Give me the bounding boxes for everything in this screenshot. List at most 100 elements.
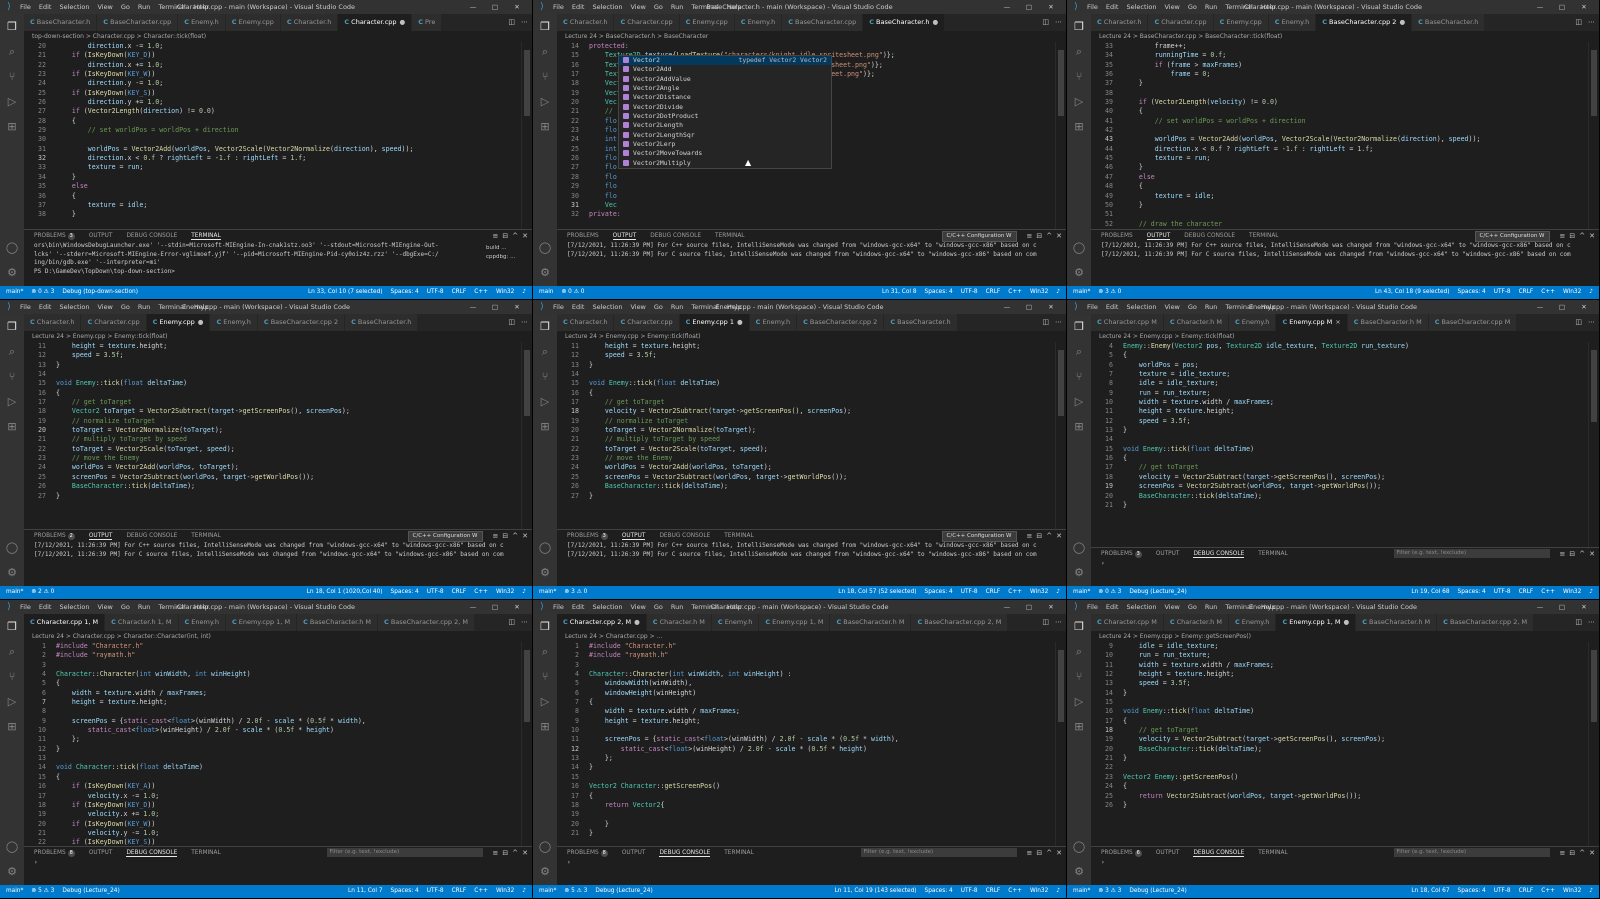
debug-status[interactable]: Debug (Lecture_24) <box>595 888 652 894</box>
editor-tab[interactable]: C Enemy.h <box>210 314 258 331</box>
status-item[interactable]: CRLF <box>452 589 467 595</box>
close-icon[interactable]: ✕ <box>1040 600 1062 614</box>
list-filter-icon[interactable]: ≡ <box>1027 230 1033 242</box>
extensions-icon[interactable]: ⊞ <box>538 720 552 734</box>
menu-item-help[interactable]: Help <box>727 603 742 611</box>
status-item[interactable]: C++ <box>1541 888 1555 894</box>
scrollbar-thumb[interactable] <box>1058 650 1064 723</box>
extensions-icon[interactable]: ⊞ <box>5 120 19 134</box>
status-item[interactable]: Spaces: 4 <box>1458 888 1486 894</box>
code-editor[interactable]: 1 #include "Character.h" 2 #include "raymat… <box>557 642 1056 848</box>
settings-gear-icon[interactable]: ⚙ <box>1072 865 1086 879</box>
editor-tab[interactable]: C Enemy.cpp 1, M <box>225 614 298 631</box>
tab-modified-dot[interactable]: ● <box>1399 18 1405 26</box>
editor-tab[interactable]: C Enemy.h <box>178 14 226 31</box>
tab-modified-dot[interactable]: ● <box>198 318 204 326</box>
maximize-icon[interactable]: □ <box>1551 0 1573 14</box>
menu-item-selection[interactable]: Selection <box>592 3 622 11</box>
menu-item-run[interactable]: Run <box>138 303 150 311</box>
settings-gear-icon[interactable]: ⚙ <box>5 566 19 580</box>
search-icon[interactable]: ⌕ <box>1072 45 1086 59</box>
list-filter-icon[interactable]: ≡ <box>1027 530 1033 542</box>
menu-item-run[interactable]: Run <box>1205 303 1217 311</box>
source-control-icon[interactable]: ⑂ <box>5 370 19 384</box>
panel-tab-debug-console[interactable]: DEBUG CONSOLE <box>1193 551 1245 558</box>
git-branch-status[interactable]: main* <box>6 589 23 595</box>
status-item[interactable]: Win32 <box>1563 589 1581 595</box>
menu-item-help[interactable]: Help <box>1261 3 1276 11</box>
tab-modified-dot[interactable]: × <box>1335 318 1340 326</box>
console-prompt[interactable]: › <box>567 859 1066 868</box>
menu-item-go[interactable]: Go <box>654 303 663 311</box>
autocomplete-item[interactable]: Vector2 typedef Vector2 Vector2 <box>619 56 831 66</box>
autocomplete-item[interactable]: Vector2AddValue <box>619 75 831 84</box>
editor-tab[interactable]: C BaseCharacter.h M <box>830 614 912 631</box>
notifications-bell-icon[interactable]: ♪ <box>1056 289 1060 295</box>
account-icon[interactable]: ◯ <box>538 541 552 555</box>
account-icon[interactable]: ◯ <box>538 241 552 255</box>
menu-item-help[interactable]: Help <box>194 3 209 11</box>
menu-item-go[interactable]: Go <box>654 603 663 611</box>
list-filter-icon[interactable]: ≡ <box>1560 548 1566 560</box>
panel-tab-output[interactable]: OUTPUT <box>622 850 646 856</box>
status-item[interactable]: CRLF <box>986 289 1001 295</box>
git-branch-status[interactable]: main* <box>539 888 556 894</box>
status-item[interactable]: Win32 <box>1563 888 1581 894</box>
maximize-panel-icon[interactable]: ^ <box>1046 847 1052 859</box>
editor-tab[interactable]: C Character.h <box>280 14 339 31</box>
editor-tab[interactable]: C BaseCharacter.cpp 2 <box>257 314 346 331</box>
tab-modified-dot[interactable]: ● <box>1344 618 1350 626</box>
status-item[interactable]: Ln 11, Col 19 (143 selected) <box>835 888 917 894</box>
maximize-icon[interactable]: □ <box>484 600 506 614</box>
editor-tab[interactable]: C Enemy.cpp <box>1213 14 1269 31</box>
editor-tab[interactable]: C BaseCharacter.cpp 2, M <box>378 614 475 631</box>
close-panel-icon[interactable]: ✕ <box>1589 230 1595 242</box>
more-actions-icon[interactable]: ⋯ <box>1055 618 1062 626</box>
problems-status[interactable]: ⊗ 5 ⚠ 3 <box>564 888 587 894</box>
lock-icon[interactable]: ⊟ <box>502 847 508 859</box>
panel-tab-terminal[interactable]: TERMINAL <box>715 233 744 239</box>
close-icon[interactable]: ✕ <box>506 0 528 14</box>
extensions-icon[interactable]: ⊞ <box>538 120 552 134</box>
menu-item-edit[interactable]: Edit <box>1106 603 1119 611</box>
menu-item-terminal[interactable]: Terminal <box>158 603 185 611</box>
problems-status[interactable]: ⊗ 0 ⚠ 3 <box>31 289 54 295</box>
lock-icon[interactable]: ⊟ <box>1036 530 1042 542</box>
split-editor-icon[interactable]: ◫ <box>1575 618 1582 626</box>
menu-item-go[interactable]: Go <box>121 603 130 611</box>
panel-tab-terminal[interactable]: TERMINAL <box>191 533 220 539</box>
more-actions-icon[interactable]: ⋯ <box>1055 18 1062 26</box>
editor-tab[interactable]: C Character.h 1, M <box>105 614 179 631</box>
lock-icon[interactable]: ⊟ <box>502 530 508 542</box>
status-item[interactable]: UTF-8 <box>427 888 444 894</box>
menu-item-file[interactable]: File <box>553 303 564 311</box>
account-icon[interactable]: ◯ <box>538 840 552 854</box>
maximize-icon[interactable]: □ <box>484 300 506 314</box>
editor-tab[interactable]: C Pre <box>412 14 443 31</box>
menu-item-file[interactable]: File <box>20 603 31 611</box>
menu-item-edit[interactable]: Edit <box>1106 3 1119 11</box>
list-filter-icon[interactable]: ≡ <box>493 530 499 542</box>
lock-icon[interactable]: ⊟ <box>1036 230 1042 242</box>
status-item[interactable]: UTF-8 <box>1494 888 1511 894</box>
scrollbar-thumb[interactable] <box>1591 650 1597 723</box>
menu-item-file[interactable]: File <box>1087 603 1098 611</box>
menu-item-edit[interactable]: Edit <box>39 303 52 311</box>
autocomplete-item[interactable]: Vector2LengthSqr <box>619 131 831 140</box>
output-channel-select[interactable]: C/C++ Configuration W <box>1474 231 1550 242</box>
tab-modified-dot[interactable]: ● <box>933 18 939 26</box>
maximize-panel-icon[interactable]: ^ <box>1579 230 1585 242</box>
close-panel-icon[interactable]: ✕ <box>1056 530 1062 542</box>
menu-item-selection[interactable]: Selection <box>59 303 89 311</box>
git-branch-status[interactable]: main* <box>1073 589 1090 595</box>
editor-tab[interactable]: C BaseCharacter.h <box>884 314 958 331</box>
editor-tab[interactable]: C Character.h <box>557 14 615 31</box>
editor-tab[interactable]: C BaseCharacter.cpp 2 ● <box>1316 14 1413 31</box>
search-icon[interactable]: ⌕ <box>5 645 19 659</box>
problems-status[interactable]: ⊗ 0 ⚠ 0 <box>561 289 584 295</box>
close-panel-icon[interactable]: ✕ <box>1589 548 1595 560</box>
status-item[interactable]: Spaces: 4 <box>925 888 953 894</box>
menu-item-selection[interactable]: Selection <box>1126 603 1156 611</box>
menu-item-help[interactable]: Help <box>1261 603 1276 611</box>
lock-icon[interactable]: ⊟ <box>1569 548 1575 560</box>
